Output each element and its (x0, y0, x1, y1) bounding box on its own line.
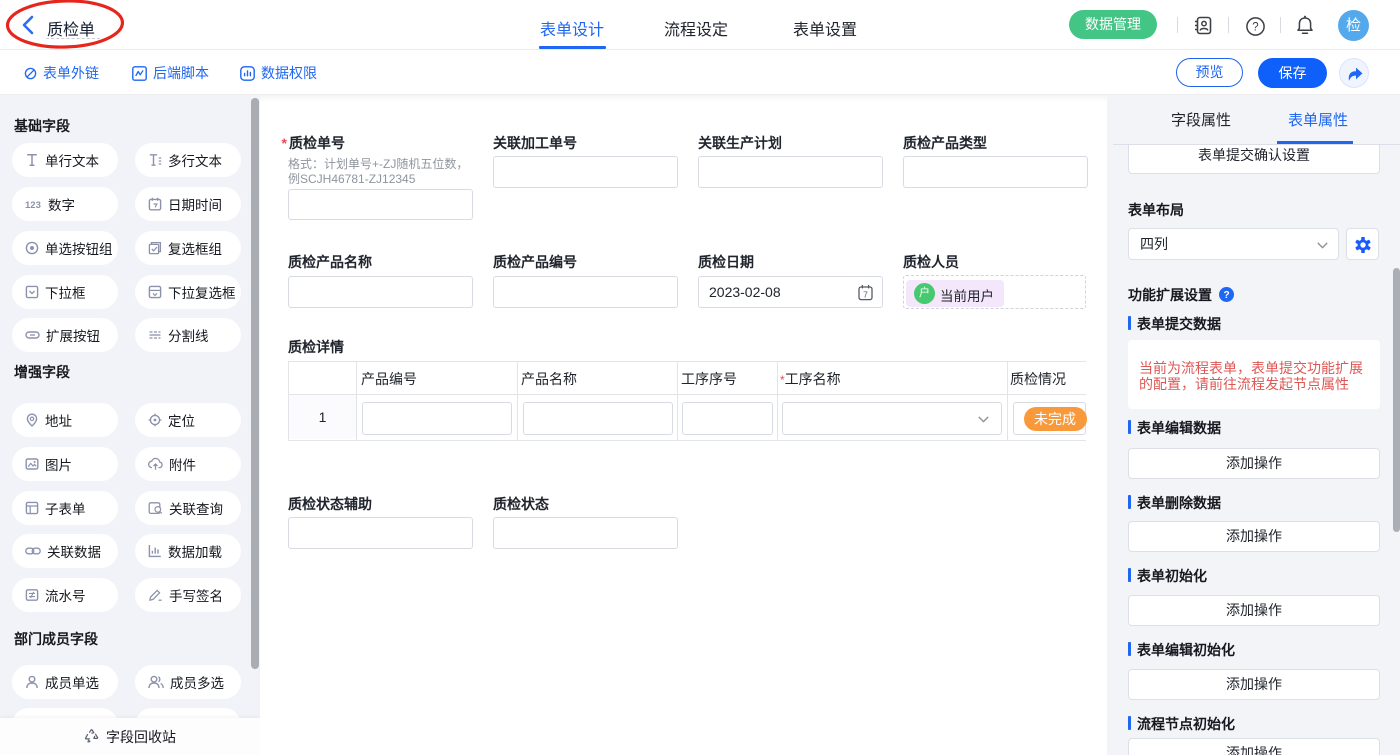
svg-text:7: 7 (863, 289, 868, 299)
svg-text:123: 123 (25, 200, 41, 211)
svg-text:?: ? (1223, 290, 1229, 301)
svg-text:?: ? (1252, 22, 1258, 34)
